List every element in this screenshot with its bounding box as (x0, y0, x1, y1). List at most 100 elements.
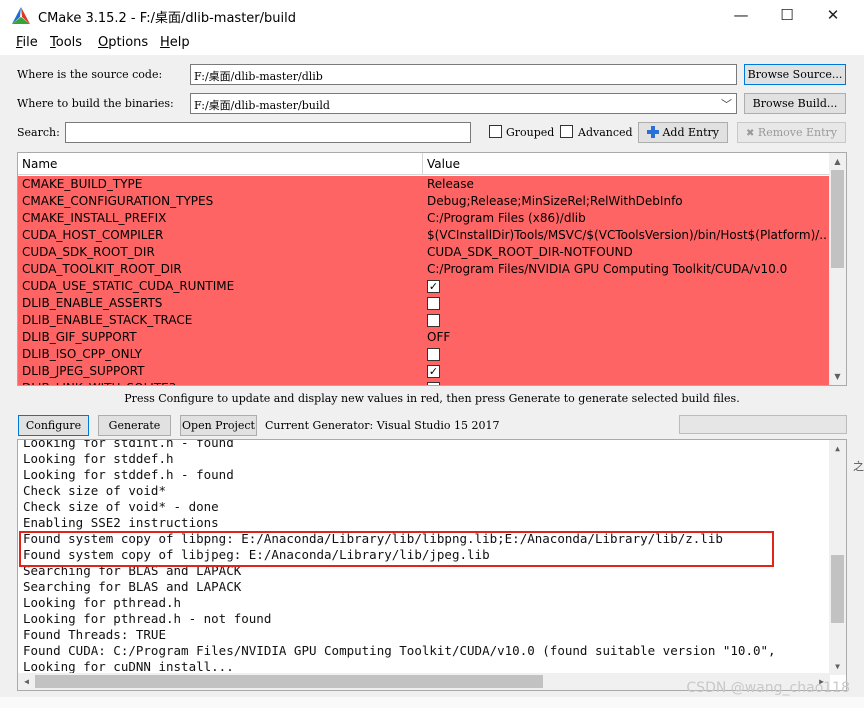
remove-icon: ✖ (746, 128, 755, 139)
output-line: Looking for stdint.h - found (23, 439, 234, 450)
maximize-button[interactable]: ☐ (764, 0, 810, 31)
minimize-button[interactable]: — (718, 0, 764, 31)
remove-entry-button[interactable]: ✖ Remove Entry (737, 122, 846, 143)
cache-table[interactable]: Name Value CMAKE_BUILD_TYPE Release CMAKE_… (17, 152, 847, 386)
output-log[interactable]: Looking for stdint.h - found Looking for … (17, 439, 847, 691)
chevron-down-icon[interactable]: ﹀ (721, 96, 732, 112)
cell-name: CUDA_TOOLKIT_ROOT_DIR (22, 262, 182, 276)
checked-checkbox[interactable]: ✓ (427, 365, 440, 378)
scrollbar-thumb[interactable] (831, 170, 844, 268)
cell-value[interactable]: $(VCInstallDir)Tools/MSVC/$(VCToolsVersi… (427, 228, 827, 242)
table-row[interactable]: DLIB_ENABLE_ASSERTS (18, 295, 830, 312)
cell-name: CUDA_SDK_ROOT_DIR (22, 245, 155, 259)
output-line: Enabling SSE2 instructions (23, 515, 219, 530)
menu-options[interactable]: Options (98, 35, 148, 50)
configure-button[interactable]: Configure (18, 415, 89, 436)
value-column-header[interactable]: Value (427, 157, 460, 171)
table-row[interactable]: CUDA_SDK_ROOT_DIR CUDA_SDK_ROOT_DIR-NOTFO… (18, 244, 830, 261)
browse-build-button[interactable]: Browse Build... (744, 93, 846, 114)
close-button[interactable]: ✕ (810, 0, 856, 31)
build-path-combobox[interactable]: F:/桌面/dlib-master/build ﹀ (190, 93, 737, 114)
search-input[interactable] (65, 122, 471, 143)
highlight-annotation (19, 531, 774, 567)
window-title: CMake 3.15.2 - F:/桌面/dlib-master/build (38, 11, 296, 26)
unchecked-checkbox[interactable] (427, 314, 440, 327)
unchecked-checkbox[interactable] (427, 297, 440, 310)
output-line: Check size of void* (23, 483, 166, 498)
output-line: Check size of void* - done (23, 499, 219, 514)
table-scrollbar[interactable]: ▲ ▼ (829, 153, 846, 385)
table-row[interactable]: CUDA_USE_STATIC_CUDA_RUNTIME ✓ (18, 278, 830, 295)
cell-name: DLIB_GIF_SUPPORT (22, 330, 137, 344)
table-row[interactable]: CUDA_TOOLKIT_ROOT_DIR C:/Program Files/NV… (18, 261, 830, 278)
cell-value[interactable]: OFF (427, 330, 827, 344)
unchecked-checkbox[interactable] (427, 348, 440, 361)
minimize-icon: — (733, 6, 749, 24)
horizontal-scrollbar-thumb[interactable] (35, 675, 543, 688)
scroll-left-icon[interactable]: ◀ (18, 673, 35, 690)
cell-name: CMAKE_INSTALL_PREFIX (22, 211, 167, 225)
table-row[interactable]: DLIB_GIF_SUPPORT OFF (18, 329, 830, 346)
scroll-down-icon[interactable]: ▼ (829, 368, 846, 385)
cell-value[interactable]: C:/Program Files (x86)/dlib (427, 211, 827, 225)
cell-name: DLIB_ENABLE_ASSERTS (22, 296, 163, 310)
maximize-icon: ☐ (780, 6, 794, 24)
table-row[interactable]: CMAKE_BUILD_TYPE Release (18, 176, 830, 193)
add-entry-button[interactable]: Add Entry (638, 122, 728, 143)
table-header: Name Value (18, 153, 830, 175)
output-scrollbar[interactable]: ▲ ▼ (829, 440, 846, 675)
table-row[interactable]: DLIB_ISO_CPP_ONLY (18, 346, 830, 363)
output-line: Looking for stddef.h (23, 451, 174, 466)
cell-name: DLIB_JPEG_SUPPORT (22, 364, 145, 378)
output-line: Found CUDA: C:/Program Files/NVIDIA GPU … (23, 643, 776, 658)
checked-checkbox[interactable]: ✓ (427, 382, 440, 385)
cmake-logo-icon (12, 7, 30, 24)
table-row[interactable]: CMAKE_INSTALL_PREFIX C:/Program Files (x8… (18, 210, 830, 227)
source-path-field[interactable]: F:/桌面/dlib-master/dlib (190, 64, 737, 85)
menu-file[interactable]: File (16, 35, 38, 50)
watermark: CSDN @wang_chao118 (686, 680, 850, 696)
generate-button[interactable]: Generate (98, 415, 171, 436)
grouped-checkbox[interactable] (489, 125, 502, 138)
cell-value[interactable]: CUDA_SDK_ROOT_DIR-NOTFOUND (427, 245, 827, 259)
output-line: Found Threads: TRUE (23, 627, 166, 642)
column-divider[interactable] (422, 153, 423, 175)
menu-bar: File Tools Options Help (0, 31, 864, 55)
cell-name: CUDA_USE_STATIC_CUDA_RUNTIME (22, 279, 235, 293)
table-row[interactable]: DLIB_LINK_WITH_SQLITE3 ✓ (18, 380, 830, 385)
scroll-down-icon[interactable]: ▼ (829, 658, 846, 675)
open-project-button[interactable]: Open Project (180, 415, 257, 436)
cell-name: DLIB_ENABLE_STACK_TRACE (22, 313, 193, 327)
table-row[interactable]: CMAKE_CONFIGURATION_TYPES Debug;Release;M… (18, 193, 830, 210)
table-row[interactable]: DLIB_JPEG_SUPPORT ✓ (18, 363, 830, 380)
menu-tools[interactable]: Tools (50, 35, 82, 50)
output-line: Searching for BLAS and LAPACK (23, 579, 242, 594)
cell-name: DLIB_LINK_WITH_SQLITE3 (22, 381, 176, 385)
output-line: Looking for pthread.h (23, 595, 182, 610)
browse-source-button[interactable]: Browse Source... (744, 64, 846, 85)
cell-value[interactable]: C:/Program Files/NVIDIA GPU Computing To… (427, 262, 827, 276)
scrollbar-thumb[interactable] (831, 555, 844, 623)
cell-value[interactable]: Release (427, 177, 827, 191)
advanced-checkbox[interactable] (560, 125, 573, 138)
output-line: Looking for pthread.h - not found (23, 611, 272, 626)
cell-value[interactable]: Debug;Release;MinSizeRel;RelWithDebInfo (427, 194, 827, 208)
cell-name: CMAKE_CONFIGURATION_TYPES (22, 194, 214, 208)
table-row[interactable]: CUDA_HOST_COMPILER $(VCInstallDir)Tools/M… (18, 227, 830, 244)
table-rows: CMAKE_BUILD_TYPE Release CMAKE_CONFIGURATI… (18, 176, 830, 385)
scroll-up-icon[interactable]: ▲ (829, 440, 846, 457)
plus-icon (646, 126, 659, 138)
search-label: Search: (17, 126, 60, 139)
cell-name: CMAKE_BUILD_TYPE (22, 177, 143, 191)
menu-help[interactable]: Help (160, 35, 190, 50)
output-line: Looking for stddef.h - found (23, 467, 234, 482)
hint-text: Press Configure to update and display ne… (124, 392, 740, 405)
close-icon: ✕ (826, 6, 840, 24)
scroll-up-icon[interactable]: ▲ (829, 153, 846, 170)
name-column-header[interactable]: Name (22, 157, 57, 171)
checked-checkbox[interactable]: ✓ (427, 280, 440, 293)
cell-name: DLIB_ISO_CPP_ONLY (22, 347, 142, 361)
table-row[interactable]: DLIB_ENABLE_STACK_TRACE (18, 312, 830, 329)
progress-bar (679, 415, 847, 434)
side-char: 之 (853, 460, 864, 473)
